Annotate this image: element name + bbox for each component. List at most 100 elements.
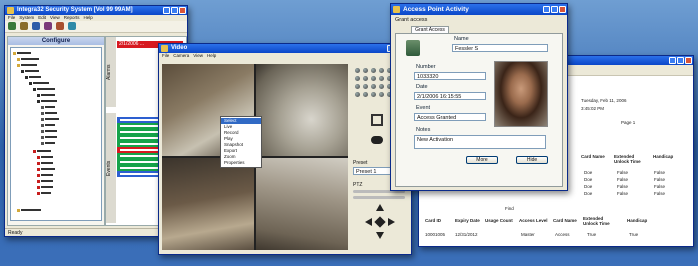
menu-file[interactable]: File — [8, 15, 15, 21]
maximize-button[interactable] — [551, 6, 558, 13]
minimize-button[interactable] — [669, 57, 676, 64]
tree-node[interactable] — [41, 135, 57, 139]
camera-title-bar[interactable]: Video — [159, 44, 411, 53]
name-field[interactable]: Fessler S — [452, 44, 548, 52]
minimize-button[interactable] — [543, 6, 550, 13]
camera-feed-3[interactable] — [162, 158, 254, 250]
report-column-header: Expiry Date — [455, 218, 480, 223]
number-field[interactable]: 1033320 — [414, 72, 486, 80]
camera-select-button[interactable] — [355, 76, 360, 81]
tree-node[interactable] — [41, 129, 57, 133]
camera-select-button[interactable] — [379, 92, 384, 97]
camera-menubar: File Camera View Help — [159, 53, 411, 59]
maximize-button[interactable] — [171, 7, 178, 14]
tree-node[interactable] — [13, 51, 31, 55]
camera-select-button[interactable] — [371, 68, 376, 73]
tree-node[interactable] — [41, 111, 57, 115]
main-title-bar[interactable]: Integra32 Security System [Vol 99 99AM] — [5, 6, 187, 15]
panel-icon — [21, 69, 24, 73]
config-icon[interactable] — [32, 22, 40, 30]
ptz-center-button[interactable] — [374, 216, 386, 228]
report-column-header: Handicap — [653, 154, 674, 159]
camera-select-button[interactable] — [379, 76, 384, 81]
tree-node[interactable] — [33, 87, 55, 91]
menu-reports[interactable]: Reports — [64, 15, 80, 21]
event-field[interactable]: Access Granted — [414, 113, 486, 121]
camera-select-button[interactable] — [355, 68, 360, 73]
tree-node[interactable] — [41, 141, 55, 145]
menu-view[interactable]: View — [50, 15, 60, 21]
camera-select-button[interactable] — [379, 84, 384, 89]
arrow-down-icon[interactable] — [376, 232, 384, 239]
camera-select-button[interactable] — [355, 92, 360, 97]
arrow-up-icon[interactable] — [376, 204, 384, 211]
layout-square-icon[interactable] — [371, 114, 383, 126]
menu-file[interactable]: File — [162, 53, 169, 59]
report-cell: Master — [521, 232, 535, 237]
reports-icon[interactable] — [56, 22, 64, 30]
context-item-properties[interactable]: Properties — [221, 160, 261, 166]
arrow-left-icon[interactable] — [365, 218, 372, 226]
camera-feed-4[interactable] — [256, 158, 348, 250]
tree-node[interactable] — [17, 63, 37, 67]
folder-icon — [17, 63, 20, 67]
access-title-bar[interactable]: Access Point Activity — [391, 4, 567, 15]
tree-node[interactable] — [25, 75, 41, 79]
close-button[interactable] — [559, 6, 566, 13]
input-icon — [41, 105, 44, 109]
camera-feed-2[interactable] — [256, 64, 348, 156]
hide-button[interactable]: Hide — [516, 156, 548, 164]
camera-select-button[interactable] — [379, 68, 384, 73]
minimize-button[interactable] — [163, 7, 170, 14]
access-tab-panel: Name Fessler S Number 1033320 Date 2/1/2… — [395, 33, 563, 187]
camera-select-button[interactable] — [363, 68, 368, 73]
menu-help[interactable]: Help — [84, 15, 93, 21]
setup-icon[interactable] — [44, 22, 52, 30]
date-field[interactable]: 2/1/2006 16:15:55 — [414, 92, 486, 100]
tree-node[interactable] — [37, 155, 53, 159]
ptz-slider[interactable] — [353, 196, 405, 199]
date-label: Date — [416, 84, 428, 90]
camera-select-button[interactable] — [371, 92, 376, 97]
close-button[interactable] — [179, 7, 186, 14]
tree-node[interactable] — [37, 99, 57, 103]
menu-help[interactable]: Help — [207, 53, 216, 59]
tree-node[interactable] — [41, 105, 55, 109]
report-column-header: Usage Count — [485, 218, 513, 223]
tree-node[interactable] — [21, 69, 39, 73]
tree-node[interactable] — [17, 57, 39, 61]
menu-system[interactable]: System — [19, 15, 34, 21]
tree-node[interactable] — [37, 173, 53, 177]
tree-node[interactable] — [41, 123, 55, 127]
arrow-right-icon[interactable] — [388, 218, 395, 226]
tools-icon[interactable] — [20, 22, 28, 30]
menu-view[interactable]: View — [193, 53, 203, 59]
camera-select-button[interactable] — [355, 84, 360, 89]
tree-node[interactable] — [37, 167, 55, 171]
camera-select-button[interactable] — [371, 76, 376, 81]
binoculars-icon[interactable] — [371, 136, 383, 144]
report-cell: 12/31/2012 — [455, 232, 478, 237]
camera-select-button[interactable] — [363, 92, 368, 97]
tree-node[interactable] — [37, 161, 53, 165]
menu-edit[interactable]: Edit — [38, 15, 46, 21]
maximize-button[interactable] — [677, 57, 684, 64]
close-button[interactable] — [685, 57, 692, 64]
notes-field[interactable]: New Activation — [414, 135, 546, 149]
tree-node[interactable] — [37, 93, 55, 97]
camera-select-button[interactable] — [363, 84, 368, 89]
report-cell: True — [587, 232, 597, 237]
tree-node[interactable] — [37, 179, 53, 183]
more-button[interactable]: More — [466, 156, 498, 164]
menu-camera[interactable]: Camera — [173, 53, 189, 59]
tree-node[interactable] — [37, 185, 53, 189]
camera-select-button[interactable] — [371, 84, 376, 89]
help-icon[interactable] — [68, 22, 76, 30]
camera-select-button[interactable] — [363, 76, 368, 81]
tree-node[interactable] — [41, 117, 59, 121]
tree-node[interactable] — [33, 149, 51, 153]
tree-node[interactable] — [37, 191, 51, 195]
log-off-icon[interactable] — [8, 22, 16, 30]
tree-node[interactable] — [29, 81, 49, 85]
tree-node[interactable] — [17, 208, 41, 212]
